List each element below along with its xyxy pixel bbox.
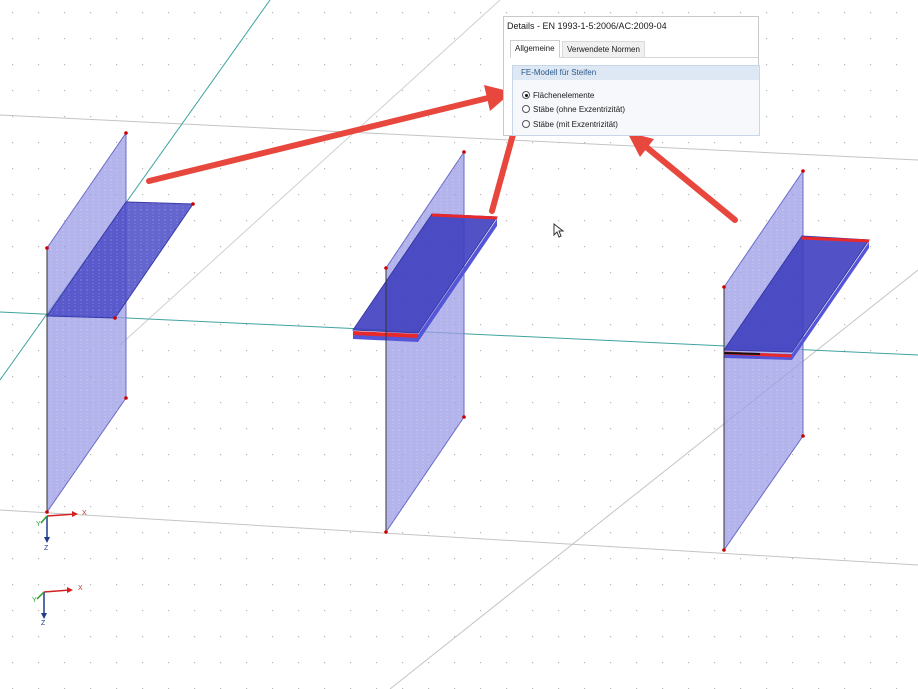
- node[interactable]: [384, 266, 388, 270]
- radio-selected-icon[interactable]: [522, 91, 530, 99]
- node[interactable]: [384, 530, 388, 534]
- tab-allgemeine[interactable]: Allgemeine: [510, 40, 560, 58]
- node[interactable]: [462, 150, 466, 154]
- dialog-title: Details - EN 1993-1-5:2006/AC:2009-04: [507, 21, 667, 31]
- node[interactable]: [722, 548, 726, 552]
- node[interactable]: [801, 169, 805, 173]
- option-label: Flächenelemente: [533, 91, 595, 100]
- fe-model-group: FE-Modell für Steifen Flächenelemente St…: [512, 65, 760, 136]
- node[interactable]: [124, 396, 128, 400]
- node[interactable]: [801, 434, 805, 438]
- mouse-cursor-icon: [553, 223, 565, 238]
- viewport[interactable]: X Z Y X Z Y Details - EN 1993-1-5:2006/A…: [0, 0, 918, 689]
- group-header: FE-Modell für Steifen: [513, 66, 759, 80]
- node[interactable]: [722, 285, 726, 289]
- model-view: [0, 0, 918, 689]
- node[interactable]: [113, 316, 117, 320]
- option-label: Stäbe (ohne Exzentrizität): [533, 105, 626, 114]
- z-axis-label: Z: [44, 545, 49, 552]
- node[interactable]: [191, 202, 195, 206]
- node[interactable]: [462, 415, 466, 419]
- tab-verwendete-normen[interactable]: Verwendete Normen: [562, 41, 645, 58]
- node[interactable]: [124, 131, 128, 135]
- node[interactable]: [45, 510, 49, 514]
- global-x-axis-label: X: [78, 585, 83, 592]
- node[interactable]: [45, 246, 49, 250]
- tab-bar: Allgemeine Verwendete Normen: [510, 39, 758, 58]
- option-label: Stäbe (mit Exzentrizität): [533, 120, 618, 129]
- eccentric-axis: [723, 352, 761, 355]
- global-z-axis-label: Z: [41, 620, 46, 627]
- y-axis-label: Y: [36, 521, 41, 528]
- global-y-axis-label: Y: [32, 597, 37, 604]
- details-dialog: Details - EN 1993-1-5:2006/AC:2009-04 Al…: [503, 16, 760, 136]
- radio-unselected-icon[interactable]: [522, 105, 530, 113]
- radio-unselected-icon[interactable]: [522, 120, 530, 128]
- x-axis-label: X: [82, 510, 87, 517]
